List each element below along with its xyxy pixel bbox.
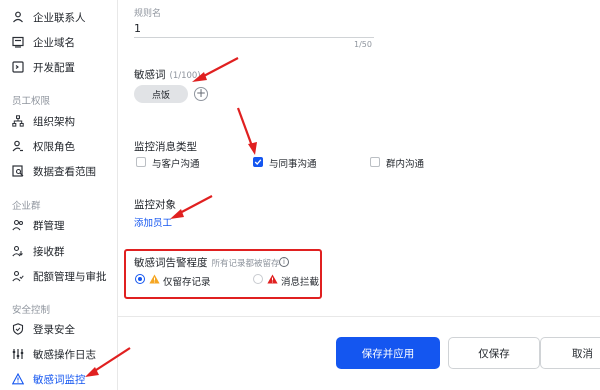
save-only-button[interactable]: 仅保存: [448, 337, 540, 369]
warning-icon: [12, 373, 24, 385]
check-icon: [254, 159, 262, 165]
checkbox-customer-label: 与客户沟通: [152, 159, 200, 170]
sidebar-item-domain[interactable]: 企业域名: [0, 31, 118, 53]
cancel-button[interactable]: 取消: [540, 337, 600, 369]
org-chart-icon: [12, 115, 24, 127]
sidebar-item-label: 开发配置: [33, 61, 75, 74]
person-icon: [12, 11, 24, 23]
radio-record-only[interactable]: [135, 274, 145, 284]
sidebar-item-label: 企业域名: [33, 36, 75, 49]
add-word-button[interactable]: +: [194, 87, 208, 101]
sidebar-item-label: 接收群: [33, 245, 65, 258]
rule-name-input[interactable]: 1: [134, 22, 141, 35]
alert-level-hint: 所有记录都被留存: [211, 259, 280, 269]
checkbox-group[interactable]: [370, 157, 380, 167]
sidebar-item-label: 敏感操作日志: [33, 348, 96, 361]
sidebar-item-label: 组织架构: [33, 115, 75, 128]
radio-block-message-label: 消息拦截: [281, 277, 320, 288]
alert-level-label: 敏感词告警程度 所有记录都被留存: [134, 255, 280, 270]
sidebar: 企业联系人 企业域名 开发配置 员工权限 组织架构 权限角色 数据查看范围 企业…: [0, 0, 118, 390]
sidebar-item-receive-group[interactable]: 接收群: [0, 240, 118, 262]
data-scope-icon: [12, 165, 24, 177]
checkbox-colleague[interactable]: [253, 157, 263, 167]
alert-level-title: 敏感词告警程度: [134, 257, 208, 269]
sidebar-item-dev-config[interactable]: 开发配置: [0, 56, 118, 78]
checkbox-customer[interactable]: [136, 157, 146, 167]
sidebar-item-group-manage[interactable]: 群管理: [0, 214, 118, 236]
group-manage-icon: [12, 219, 24, 231]
sidebar-item-label: 配额管理与审批: [33, 270, 107, 283]
sidebar-item-label: 权限角色: [33, 140, 75, 153]
sensitive-words-title: 敏感词: [134, 69, 166, 81]
sidebar-item-sensitive-monitor[interactable]: 敏感词监控: [0, 368, 118, 390]
rule-name-underline: [134, 37, 374, 38]
main-content: 规则名 1 1/50 敏感词 (1/100) 点饭 + 监控消息类型 与客户沟通 …: [118, 0, 600, 390]
sensitive-words-count: (1/100): [169, 71, 201, 81]
sidebar-item-login-security[interactable]: 登录安全: [0, 318, 118, 340]
sidebar-item-label: 登录安全: [33, 323, 75, 336]
group-title-security: 安全控制: [12, 305, 51, 316]
domain-icon: [12, 36, 24, 48]
shield-icon: [12, 323, 24, 335]
sidebar-item-label: 企业联系人: [33, 11, 86, 24]
dev-config-icon: [12, 61, 24, 73]
log-icon: [12, 348, 24, 360]
sensitive-word-chip[interactable]: 点饭: [134, 85, 188, 103]
save-apply-button[interactable]: 保存并应用: [336, 337, 440, 369]
receive-group-icon: [12, 245, 24, 257]
rule-name-label: 规则名: [134, 9, 162, 19]
rule-name-count: 1/50: [354, 40, 372, 49]
footer-divider: [118, 316, 600, 317]
monitor-type-label: 监控消息类型: [134, 141, 197, 153]
sidebar-item-label: 群管理: [33, 219, 65, 232]
info-icon[interactable]: i: [279, 257, 289, 267]
sidebar-item-org[interactable]: 组织架构: [0, 110, 118, 132]
role-icon: [12, 140, 24, 152]
sidebar-item-contacts[interactable]: 企业联系人: [0, 6, 118, 28]
sensitive-words-label: 敏感词 (1/100): [134, 67, 201, 82]
checkbox-colleague-label: 与同事沟通: [269, 159, 317, 170]
quota-icon: [12, 270, 24, 282]
radio-record-only-label: 仅留存记录: [163, 277, 211, 288]
sidebar-item-data-scope[interactable]: 数据查看范围: [0, 160, 118, 182]
monitor-target-label: 监控对象: [134, 199, 176, 211]
sidebar-item-quota[interactable]: 配额管理与审批: [0, 265, 118, 287]
checkbox-group-label: 群内沟通: [386, 159, 425, 170]
sidebar-item-label: 敏感词监控: [33, 373, 86, 386]
sidebar-item-sensitive-log[interactable]: 敏感操作日志: [0, 343, 118, 365]
sidebar-item-label: 数据查看范围: [33, 165, 96, 178]
warning-icon-orange: [149, 274, 160, 284]
radio-block-message[interactable]: [253, 274, 263, 284]
warning-icon-red: [267, 274, 278, 284]
sidebar-item-roles[interactable]: 权限角色: [0, 135, 118, 157]
group-title-corp: 企业群: [12, 201, 41, 212]
add-employee-link[interactable]: 添加员工: [134, 215, 172, 229]
group-title-staff: 员工权限: [12, 96, 51, 107]
